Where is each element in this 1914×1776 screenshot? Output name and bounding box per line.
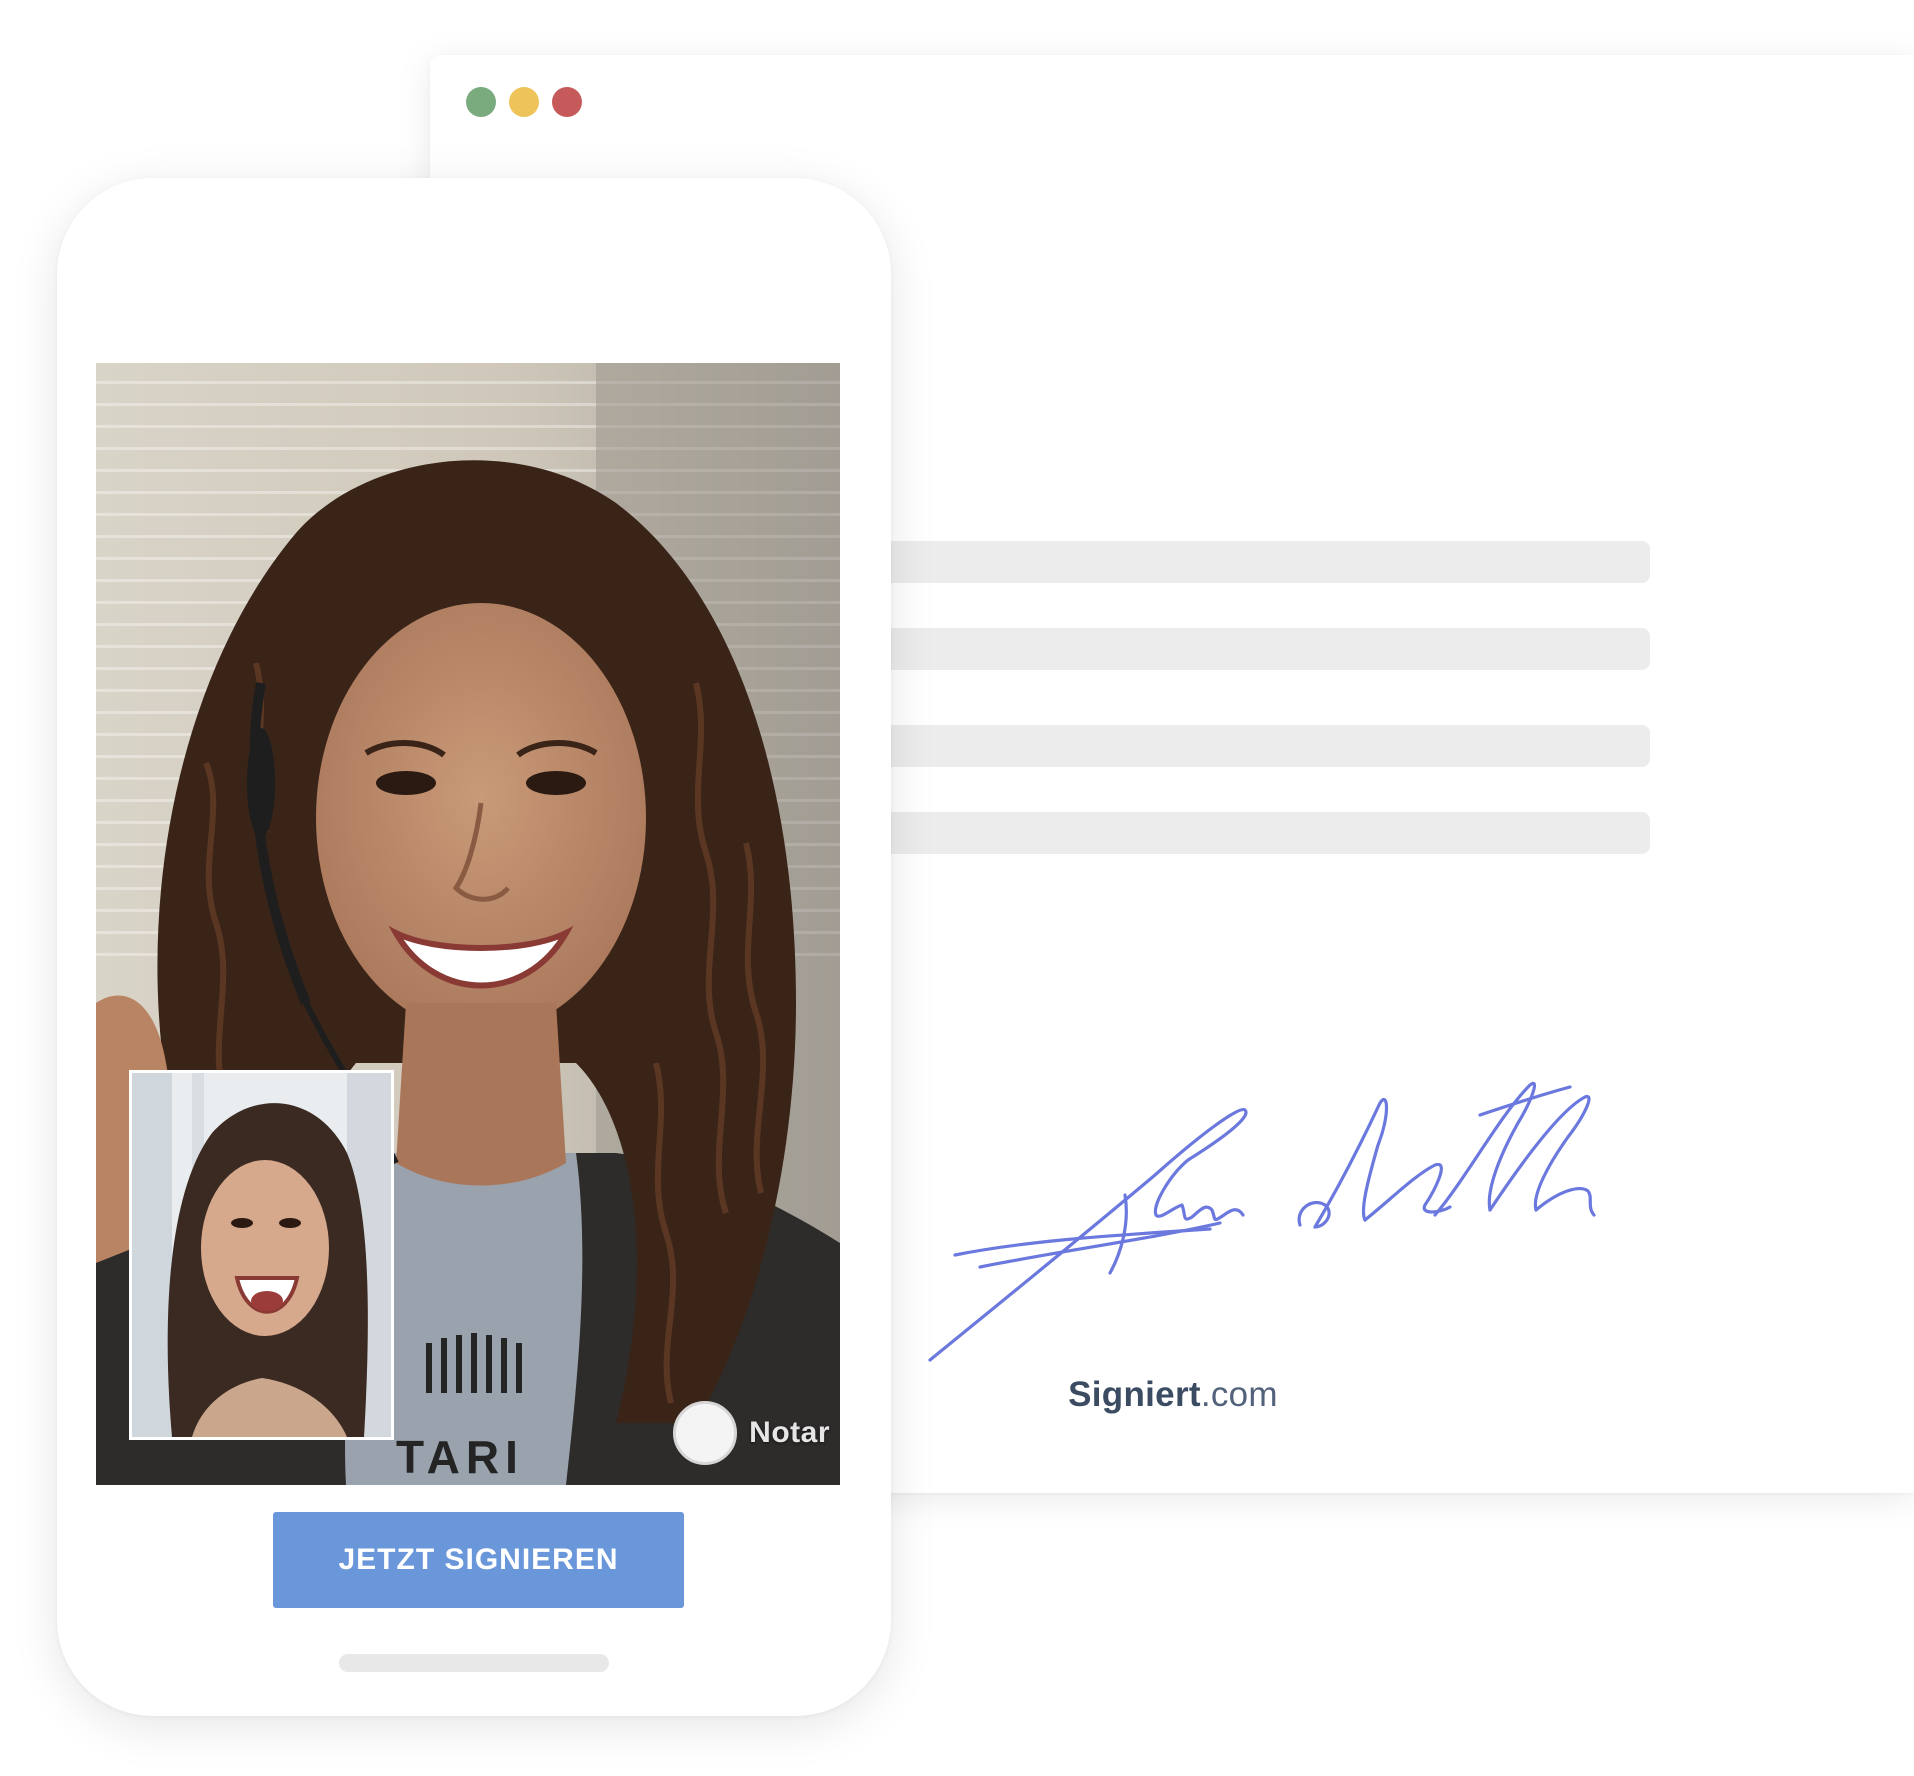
window-minimize-dot[interactable]: [509, 87, 539, 117]
sign-now-button[interactable]: JETZT SIGNIEREN: [273, 1512, 684, 1608]
home-indicator[interactable]: [339, 1654, 609, 1672]
watermark-text: Notar: [749, 1416, 830, 1449]
video-call-view[interactable]: TARI Notar: [96, 363, 840, 1485]
video-watermark: Notar: [673, 1401, 830, 1465]
handwritten-signature: [920, 1015, 1740, 1380]
phone-mockup: TARI Notar JETZT SIGNIEREN: [57, 178, 891, 1716]
brand-domain: .com: [1200, 1375, 1278, 1414]
brand-name: Signiert: [1068, 1375, 1201, 1414]
window-maximize-dot[interactable]: [466, 87, 496, 117]
shirt-print: TARI: [396, 1431, 524, 1483]
window-controls: [466, 87, 582, 117]
window-close-dot[interactable]: [552, 87, 582, 117]
notary-logo-icon: [673, 1401, 738, 1465]
self-view-video[interactable]: [129, 1070, 394, 1440]
